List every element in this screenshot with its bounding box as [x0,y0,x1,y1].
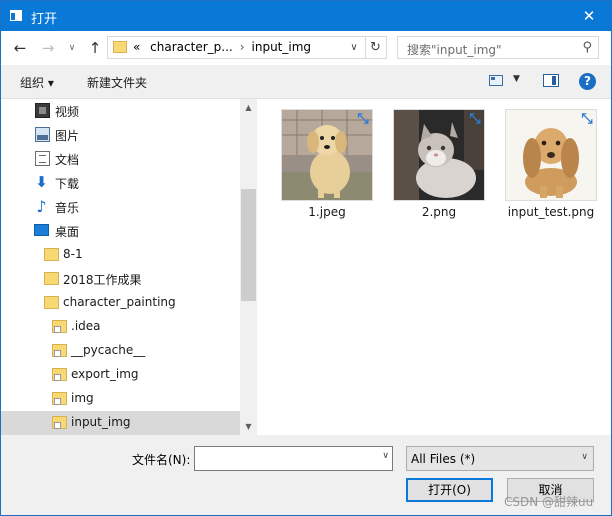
tree-item-input-img[interactable]: input_img [1,411,241,435]
window-title: 打开 [31,12,58,27]
tree-item-label: 文档 [55,153,80,167]
file-item[interactable]: ⤡ 2.png [381,99,491,229]
title-bar: 打开 ✕ [1,1,611,31]
file-type-value: All Files (*) [411,452,476,466]
refresh-icon[interactable]: ↻ [365,37,385,58]
search-placeholder: 搜索"input_img" [407,43,502,57]
file-type-dropdown-icon[interactable]: ∨ [581,452,588,462]
breadcrumb-item-character-painting[interactable]: character_p... [150,40,233,54]
back-arrow-icon[interactable]: ← [11,39,29,57]
tree-item-label: 音乐 [55,201,80,215]
watermark: CSDN @甜辣uu [504,495,594,509]
tree-item-documents[interactable]: 文档 [1,147,241,171]
tree-item-label: 视频 [55,105,80,119]
recent-locations-chevron-icon[interactable]: ∨ [63,39,81,57]
music-icon: ♪ [36,197,47,216]
preview-pane-icon[interactable] [543,74,559,87]
file-name: 2.png [421,205,457,219]
breadcrumb-overflow-icon[interactable]: « [133,40,140,54]
tree-item-label: input_img [71,415,131,429]
tree-item-label: .idea [71,319,101,333]
search-icon[interactable]: ⚲ [582,40,592,55]
file-name: 1.jpeg [308,205,346,219]
tree-item-label: 2018工作成果 [63,273,142,287]
tree-item-export-img[interactable]: export_img [1,363,241,387]
tree-item-desktop[interactable]: 桌面 [1,219,241,243]
command-bar: 组织 ▾ 新建文件夹 ▼ ? [1,65,611,99]
view-options-dropdown-icon[interactable]: ▼ [513,74,520,84]
filename-label: 文件名(N): [132,453,191,467]
breadcrumb-item-input-img[interactable]: input_img [252,40,312,54]
folder-icon [44,272,59,285]
folder-icon [52,368,67,381]
change-view-icon[interactable] [489,75,503,86]
file-item[interactable]: ⤡ 1.jpeg [269,99,379,229]
filename-dropdown-icon[interactable]: ∨ [382,451,389,461]
puppy-photo-thumbnail: ⤡ [281,109,373,201]
scrollbar-thumb[interactable] [241,189,256,301]
file-list: ⤡ 1.jpeg ⤡ 2.png ⤡ input_test.png [257,99,611,435]
tree-item-downloads[interactable]: ⬇ 下载 [1,171,241,195]
tree-item-label: 桌面 [55,225,80,239]
folder-icon [44,296,59,309]
folder-icon [52,416,67,429]
tree-item-label: 下载 [55,177,80,191]
document-icon [35,151,50,166]
dog-photo-thumbnail: ⤡ [505,109,597,201]
folder-icon [113,41,127,53]
file-type-select[interactable]: All Files (*) ∨ [406,446,594,471]
breadcrumb: « character_p... › input_img [133,40,311,54]
tree-item-2018-work[interactable]: 2018工作成果 [1,267,241,291]
tree-item-character-painting[interactable]: character_painting [1,291,241,315]
help-icon[interactable]: ? [579,73,596,90]
address-dropdown-icon[interactable]: ∨ [346,39,362,57]
desktop-icon [34,224,49,236]
tree-item-pictures[interactable]: 图片 [1,123,241,147]
tree-item-pycache[interactable]: __pycache__ [1,339,241,363]
shortcut-badge-icon: ⤡ [357,111,369,127]
tree-item-music[interactable]: ♪ 音乐 [1,195,241,219]
forward-arrow-icon[interactable]: → [39,39,57,57]
tree-item-label: 图片 [55,129,80,143]
file-name: input_test.png [507,205,595,219]
video-icon [35,103,50,118]
open-file-dialog: 打开 ✕ ← → ∨ ↑ « character_p... › input_img … [0,0,612,516]
filename-field[interactable]: ∨ [194,446,393,471]
close-button[interactable]: ✕ [567,1,611,31]
shortcut-badge-icon: ⤡ [581,111,593,127]
tree-item-label: __pycache__ [71,343,146,357]
file-item[interactable]: ⤡ input_test.png [493,99,603,229]
download-icon: ⬇ [35,173,48,191]
cat-photo-thumbnail: ⤡ [393,109,485,201]
picture-icon [35,127,50,142]
tree-item-idea[interactable]: .idea [1,315,241,339]
organize-button[interactable]: 组织 ▾ [20,74,54,91]
open-button[interactable]: 打开(O) [406,478,493,502]
tree-item-videos[interactable]: 视频 [1,99,241,123]
tree-item-label: 8-1 [63,247,83,261]
scroll-up-icon[interactable]: ▲ [240,99,257,116]
navigation-scrollbar[interactable]: ▲ ▼ [240,99,257,435]
search-input[interactable]: 搜索"input_img" ⚲ [397,36,599,59]
dialog-footer: 文件名(N): ∨ All Files (*) ∨ 打开(O) 取消 CSDN … [1,435,611,515]
window-app-icon [10,10,22,21]
tree-item-img[interactable]: img [1,387,241,411]
up-arrow-icon[interactable]: ↑ [86,39,104,57]
tree-item-8-1[interactable]: 8-1 [1,243,241,267]
folder-icon [52,344,67,357]
navigation-row: ← → ∨ ↑ « character_p... › input_img ∨ ↻ 搜… [1,31,611,65]
folder-icon [44,248,59,261]
tree-item-label: img [71,391,94,405]
shortcut-badge-icon: ⤡ [469,111,481,127]
folder-icon [52,320,67,333]
tree-item-label: export_img [71,367,139,381]
navigation-pane: 视频 图片 文档 ⬇ 下载 ♪ 音乐 桌面 8-1 2018工作成果 chara… [1,99,257,435]
folder-icon [52,392,67,405]
address-bar[interactable]: « character_p... › input_img ∨ ↻ [107,36,387,59]
new-folder-button[interactable]: 新建文件夹 [87,74,147,91]
breadcrumb-separator-icon[interactable]: › [240,40,245,54]
scroll-down-icon[interactable]: ▼ [240,418,257,435]
tree-item-label: character_painting [63,295,176,309]
